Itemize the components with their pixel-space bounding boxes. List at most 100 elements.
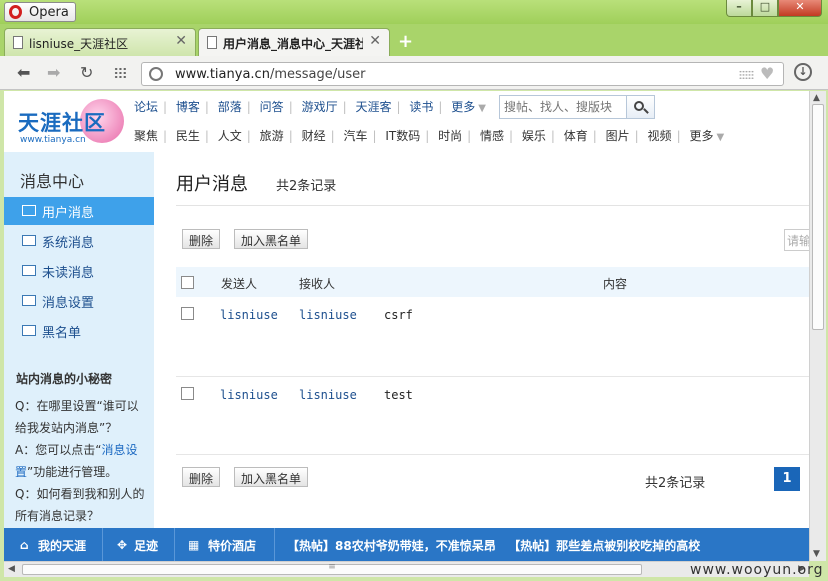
sidebar-item-system-messages[interactable]: 系统消息 (4, 227, 154, 255)
channel-nav: 聚焦 | 民生 | 人文 | 旅游 | 财经 | 汽车 | IT数码 | 时尚 | 情感 | 娱乐… (131, 127, 724, 147)
tab-lisniuse[interactable]: lisniuse_天涯社区 ✕ (4, 28, 196, 56)
home-icon: ⌂ (20, 538, 29, 552)
receiver-link[interactable]: lisniuse (299, 308, 357, 322)
address-bar[interactable]: www.tianya.cn/message/user ♥ (141, 62, 784, 86)
sidebar-item-label: 用户消息 (42, 206, 95, 221)
bottombar-separator (274, 528, 275, 561)
tab-user-messages[interactable]: 用户消息_消息中心_天涯社区 ✕ (198, 28, 390, 56)
nav-separator: | (288, 100, 293, 114)
channel-it[interactable]: IT数码 (382, 127, 423, 144)
scroll-left-arrow-icon[interactable]: ◀ (8, 564, 15, 574)
sender-link[interactable]: lisniuse (220, 308, 278, 322)
speed-dial-add-icon[interactable] (739, 70, 754, 80)
site-logo[interactable]: 天涯社区 www.tianya.cn (18, 99, 128, 149)
sidebar-item-user-messages[interactable]: 用户消息 (4, 197, 154, 225)
add-to-blacklist-button[interactable]: 加入黑名单 (234, 229, 309, 249)
download-icon[interactable]: ↓ (794, 63, 812, 81)
scroll-up-arrow-icon[interactable]: ▲ (813, 93, 820, 103)
horizontal-scroll-thumb[interactable]: ≡ (22, 562, 642, 575)
sidebar-title: 消息中心 (20, 172, 85, 191)
pagination-page-1[interactable]: 1 (774, 467, 800, 491)
hotel-deals-button[interactable]: ▦ 特价酒店 (188, 528, 273, 561)
speed-dial-icon[interactable] (114, 67, 127, 79)
minimize-button[interactable]: – (726, 0, 752, 17)
channel-sports[interactable]: 体育 (561, 127, 591, 144)
channel-livelihood[interactable]: 民生 (173, 127, 203, 144)
channel-auto[interactable]: 汽车 (340, 127, 370, 144)
my-tianya-button[interactable]: ⌂ 我的天涯 (20, 528, 105, 561)
sidebar-item-unread-messages[interactable]: 未读消息 (4, 257, 154, 285)
message-content[interactable]: test (384, 388, 413, 402)
table-row: lisniuse lisniuse csrf (176, 297, 809, 377)
reload-icon[interactable]: ↻ (80, 63, 93, 82)
back-arrow-icon[interactable]: ⬅ (17, 63, 30, 82)
add-to-blacklist-button-bottom[interactable]: 加入黑名单 (234, 467, 309, 487)
chevron-down-icon[interactable]: ▼ (478, 103, 486, 114)
bottombar-separator (174, 528, 175, 561)
channel-culture[interactable]: 人文 (215, 127, 245, 144)
tab-close-icon[interactable]: ✕ (175, 33, 187, 49)
nav-separator: | (330, 129, 335, 143)
record-count: 共2条记录 (276, 179, 337, 194)
chevron-down-icon[interactable]: ▼ (716, 132, 724, 143)
nav-link-forum[interactable]: 论坛 (131, 98, 161, 115)
sender-link[interactable]: lisniuse (220, 388, 278, 402)
new-tab-plus-icon[interactable]: + (398, 31, 413, 52)
vertical-scrollbar[interactable]: ▲ ▼ (809, 91, 826, 561)
channel-entertainment[interactable]: 娱乐 (519, 127, 549, 144)
channel-fashion[interactable]: 时尚 (435, 127, 465, 144)
site-search-box (499, 95, 627, 119)
channel-pictures[interactable]: 图片 (603, 127, 633, 144)
delete-button[interactable]: 删除 (182, 229, 221, 249)
column-header-content: 内容 (603, 277, 628, 291)
reply-input[interactable]: 请输 (784, 229, 809, 251)
scroll-down-arrow-icon[interactable]: ▼ (813, 549, 820, 559)
receiver-link[interactable]: lisniuse (299, 388, 357, 402)
nav-link-more[interactable]: 更多 (448, 98, 478, 115)
nav-link-qa[interactable]: 问答 (257, 98, 287, 115)
channel-travel[interactable]: 旅游 (257, 127, 287, 144)
grip-icon: ≡ (328, 562, 336, 572)
footprints-label: 足迹 (134, 539, 159, 553)
compass-icon: ✥ (117, 538, 128, 552)
search-button[interactable] (627, 95, 655, 119)
delete-button-bottom[interactable]: 删除 (182, 467, 221, 487)
select-all-checkbox[interactable] (181, 276, 194, 289)
row-checkbox[interactable] (181, 387, 194, 400)
site-search-input[interactable] (504, 97, 622, 117)
channel-more[interactable]: 更多 (686, 127, 716, 144)
forward-arrow-icon[interactable]: ➡ (47, 63, 60, 82)
message-content[interactable]: csrf (384, 308, 413, 322)
tip-question-1: Q：在哪里设置“谁可以给我发站内消息”？ (15, 399, 139, 435)
heart-bookmark-icon[interactable]: ♥ (760, 64, 774, 83)
nav-link-tribe[interactable]: 部落 (215, 98, 245, 115)
nav-separator: | (372, 129, 377, 143)
channel-video[interactable]: 视频 (645, 127, 675, 144)
user-block-icon (22, 325, 36, 336)
envelope-icon (22, 205, 36, 216)
channel-emotion[interactable]: 情感 (477, 127, 507, 144)
sidebar-item-blacklist[interactable]: 黑名单 (4, 317, 154, 345)
maximize-button[interactable]: □ (752, 0, 778, 17)
vertical-scroll-thumb[interactable] (812, 104, 824, 330)
nav-link-blog[interactable]: 博客 (173, 98, 203, 115)
nav-link-books[interactable]: 读书 (406, 98, 436, 115)
nav-link-games[interactable]: 游戏厅 (299, 98, 341, 115)
page-icon (13, 36, 23, 49)
opera-menu-button[interactable]: Opera (4, 2, 76, 22)
row-checkbox[interactable] (181, 307, 194, 320)
channel-focus[interactable]: 聚焦 (131, 127, 161, 144)
close-window-button[interactable]: ✕ (778, 0, 822, 17)
hot-post-link-2[interactable]: 【热帖】那些差点被别校吃掉的高校 (508, 539, 700, 553)
tab-bar: lisniuse_天涯社区 ✕ 用户消息_消息中心_天涯社区 ✕ + (0, 24, 828, 56)
nav-link-tianyake[interactable]: 天涯客 (352, 98, 394, 115)
footprints-button[interactable]: ✥ 足迹 (117, 528, 177, 561)
tab-label: 用户消息_消息中心_天涯社区 (223, 37, 363, 51)
sidebar-item-message-settings[interactable]: 消息设置 (4, 287, 154, 315)
browser-toolbar: ⬅ ➡ ↻ www.tianya.cn/message/user ♥ ↓ (0, 56, 828, 90)
horizontal-scrollbar[interactable]: ◀ ≡ ▶ (4, 561, 809, 577)
address-text[interactable]: www.tianya.cn/message/user (175, 67, 365, 82)
hot-post-link-1[interactable]: 【热帖】88农村爷奶带娃，不准惊呆昂 (287, 539, 496, 553)
channel-finance[interactable]: 财经 (299, 127, 329, 144)
tab-close-icon[interactable]: ✕ (369, 33, 381, 49)
